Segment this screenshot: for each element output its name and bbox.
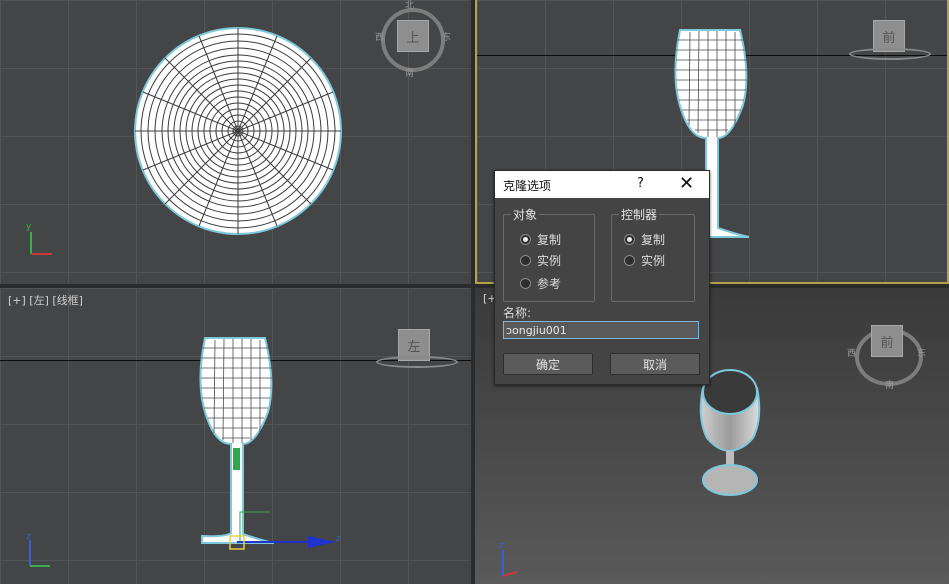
radio-dot[interactable] <box>520 278 531 289</box>
object-instance-label: 实例 <box>537 254 562 268</box>
object-instance-radio[interactable]: 实例 <box>520 252 561 269</box>
controller-copy-label: 复制 <box>641 233 666 247</box>
axis-z-label-persp: z <box>499 541 504 551</box>
dialog-titlebar[interactable]: 克隆选项 ? ✕ <box>495 171 709 198</box>
controller-group-title: 控制器 <box>619 206 660 223</box>
controller-copy-radio[interactable]: 复制 <box>624 231 665 248</box>
object-copy-radio[interactable]: 复制 <box>520 231 561 248</box>
cancel-button[interactable]: 取消 <box>610 353 700 375</box>
object-group: 对象 复制 实例 参考 <box>503 206 595 302</box>
radio-dot[interactable] <box>520 234 531 245</box>
controller-group: 控制器 复制 实例 <box>611 206 695 302</box>
name-input[interactable] <box>503 321 699 339</box>
axis-y-label: y <box>26 222 32 232</box>
controller-instance-label: 实例 <box>641 254 666 268</box>
viewport-left[interactable]: [+] [左] [线框] 左 z z <box>0 288 471 584</box>
controller-instance-radio[interactable]: 实例 <box>624 252 665 269</box>
radio-dot[interactable] <box>624 234 635 245</box>
axis-z-label-left: z <box>26 532 31 542</box>
object-group-title: 对象 <box>511 206 540 223</box>
gizmo-z-label: z <box>336 534 341 544</box>
name-label: 名称: <box>503 306 532 320</box>
help-button[interactable]: ? <box>637 176 644 191</box>
object-copy-label: 复制 <box>537 233 562 247</box>
wine-glass-left-wireframe[interactable] <box>0 288 471 584</box>
object-reference-radio[interactable]: 参考 <box>520 275 561 292</box>
dialog-title: 克隆选项 <box>503 179 552 193</box>
ok-button[interactable]: 确定 <box>503 353 593 375</box>
close-icon[interactable]: ✕ <box>679 173 694 194</box>
clone-options-dialog[interactable]: 克隆选项 ? ✕ 对象 复制 实例 参考 控制器 复制 实例 名称: 确定 取消 <box>494 170 710 385</box>
object-reference-label: 参考 <box>537 277 562 291</box>
radio-dot[interactable] <box>624 255 635 266</box>
viewport-top[interactable]: 上 北 西 东 南 y <box>0 0 471 284</box>
wine-glass-top-wireframe[interactable] <box>0 0 471 284</box>
radio-dot[interactable] <box>520 255 531 266</box>
